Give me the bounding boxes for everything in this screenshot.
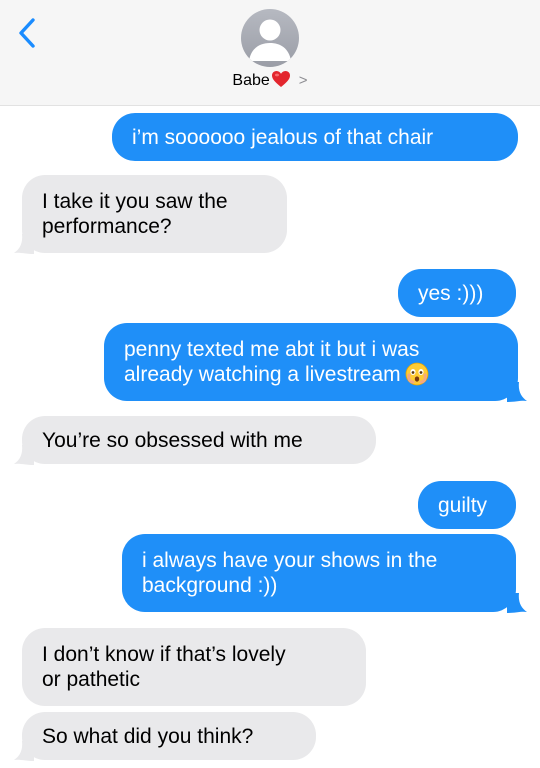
message-text: i always have your shows in the backgrou… — [142, 549, 438, 597]
bubble-tail — [507, 382, 527, 402]
message-bubble-incoming[interactable]: So what did you think? — [22, 712, 316, 760]
bubble-tail — [507, 593, 527, 613]
message-text: guilty — [438, 493, 488, 517]
message-text: I take it you saw the performance? — [42, 190, 228, 238]
bubble-tail — [14, 741, 34, 761]
message-bubble-outgoing[interactable]: i’m soooooo jealous of that chair — [112, 113, 518, 161]
message-bubble-incoming[interactable]: You’re so obsessed with me — [22, 416, 376, 464]
message-thread: i’m soooooo jealous of that chair I take… — [0, 0, 540, 768]
face-holding-back-tears-emoji-icon — [405, 362, 429, 386]
message-bubble-outgoing[interactable]: yes :))) — [398, 269, 516, 317]
message-bubble-incoming[interactable]: I take it you saw the performance? — [22, 175, 287, 253]
message-text: You’re so obsessed with me — [42, 428, 303, 452]
message-bubble-outgoing[interactable]: i always have your shows in the backgrou… — [122, 534, 516, 612]
message-bubble-incoming[interactable]: I don’t know if that’s lovely or patheti… — [22, 628, 366, 706]
bubble-tail — [14, 234, 34, 254]
bubble-tail — [14, 445, 34, 465]
message-text: yes :))) — [418, 281, 484, 305]
message-bubble-outgoing[interactable]: guilty — [418, 481, 516, 529]
message-text: penny texted me abt it but i was already… — [124, 337, 429, 387]
message-text: i’m soooooo jealous of that chair — [132, 125, 434, 149]
message-bubble-outgoing[interactable]: penny texted me abt it but i was already… — [104, 323, 518, 401]
message-text: So what did you think? — [42, 724, 254, 748]
message-text: I don’t know if that’s lovely or patheti… — [42, 643, 286, 691]
